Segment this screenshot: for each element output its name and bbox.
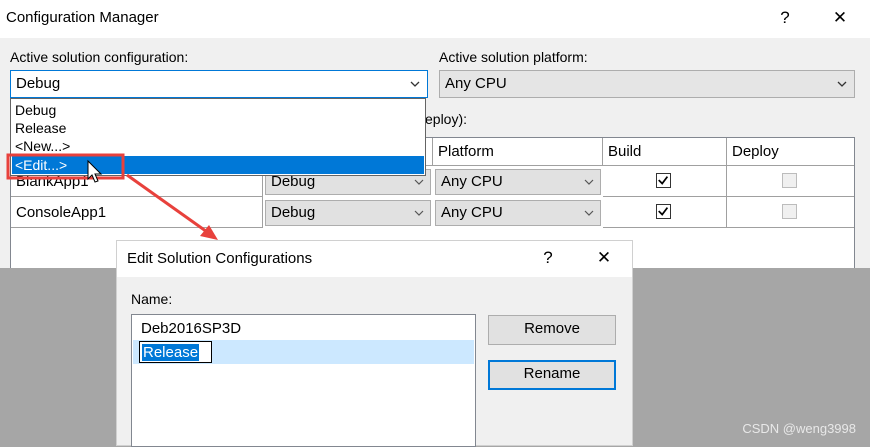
list-item[interactable]: Deb2016SP3D (141, 320, 241, 337)
list-item-selected[interactable]: Release (133, 340, 474, 364)
name-label: Name: (131, 291, 173, 307)
remove-button[interactable]: Remove (488, 315, 616, 345)
configuration-name-list[interactable]: Deb2016SP3D Release (131, 314, 476, 447)
rename-edit-text: Release (142, 344, 200, 361)
title-bar: Edit Solution Configurations ? ✕ (117, 241, 632, 277)
rename-edit-box[interactable]: Release (139, 341, 212, 363)
dialog-title: Edit Solution Configurations (127, 250, 313, 267)
edit-solution-configurations-dialog: Edit Solution Configurations ? ✕ Name: D… (116, 240, 633, 447)
close-button[interactable]: ✕ (584, 243, 624, 273)
highlight-box (6, 153, 125, 180)
annotation-arrow-line (126, 173, 211, 236)
help-button[interactable]: ? (528, 243, 568, 273)
rename-button[interactable]: Rename (488, 360, 616, 390)
watermark: CSDN @weng3998 (742, 421, 856, 436)
